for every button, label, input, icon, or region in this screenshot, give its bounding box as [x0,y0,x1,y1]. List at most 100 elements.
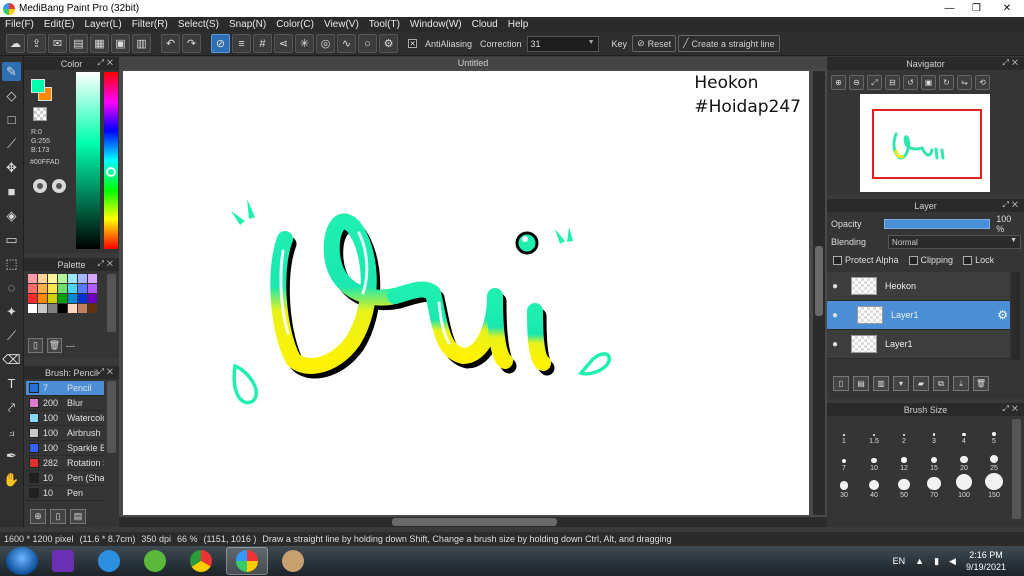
brush-size-cell[interactable]: 50 [889,473,919,500]
gradient-tool-icon[interactable]: ▭ [2,230,21,249]
protect-alpha-checkbox[interactable]: Protect Alpha [833,255,899,265]
grid-icon[interactable]: ▣ [111,34,130,53]
brush-size-cell[interactable]: 7 [829,446,859,473]
hand-tool-icon[interactable]: ✋ [2,470,21,489]
lock-checkbox[interactable]: Lock [963,255,994,265]
palette-swatch[interactable] [88,284,97,293]
menu-cloud[interactable]: Cloud [467,19,503,30]
menu-tool[interactable]: Tool(T) [364,19,405,30]
brush-page-icon[interactable]: ▯ [50,509,66,524]
palette-swatch[interactable] [58,304,67,313]
duplicate-layer-icon[interactable]: ⧉ [933,376,949,391]
folder-icon[interactable]: ▰ [913,376,929,391]
internet-explorer-icon[interactable] [88,547,130,575]
palette-swatch[interactable] [28,274,37,283]
drawing-canvas[interactable]: Heokon #Hoidap247 [123,71,809,515]
straight-line-button[interactable]: ╱ Create a straight line [678,35,780,52]
palette-swatch[interactable] [58,294,67,303]
cloud-icon[interactable]: ☁ [6,34,25,53]
zoom-in-icon[interactable]: ⊕ [831,75,846,90]
visibility-eye-icon[interactable]: ● [827,310,843,321]
menu-select[interactable]: Select(S) [173,19,224,30]
panel-controls-icon[interactable]: ⤢✕ [98,58,117,68]
brush-size-cell[interactable]: 40 [859,473,889,500]
delete-layer-icon[interactable]: 🗑 [973,376,989,391]
add-brush-icon[interactable]: ⊕ [30,509,46,524]
menu-color[interactable]: Color(C) [271,19,319,30]
coccoc-browser-icon[interactable] [134,547,176,575]
brush-list-item[interactable]: 10 Pen (Sharp) [26,471,104,486]
palette-swatch[interactable] [88,304,97,313]
close-button[interactable]: ✕ [990,0,1024,17]
rotate-left-icon[interactable]: ↺ [903,75,918,90]
menu-help[interactable]: Help [503,19,534,30]
layer-row[interactable]: ● Layer1 ⚙ [827,301,1010,330]
menu-layer[interactable]: Layer(L) [79,19,126,30]
brush-list-item[interactable]: 100 Airbrush [26,426,104,441]
hue-slider[interactable] [104,72,118,249]
navigator-thumbnail[interactable] [860,94,990,192]
radial-snap-icon[interactable]: ✳ [295,34,314,53]
zoom-out-icon[interactable]: ⊖ [849,75,864,90]
brush-list-item[interactable]: 200 Blur [26,396,104,411]
palette-swatch[interactable] [58,274,67,283]
comment-icon[interactable]: ✉ [48,34,67,53]
palette-scrollbar[interactable] [107,274,116,332]
brush-size-cell[interactable]: 20 [949,446,979,473]
clipping-checkbox[interactable]: Clipping [908,255,953,265]
dot-brush-icon[interactable]: ⟋ [2,134,21,153]
layer-row[interactable]: ● Layer1 [827,330,1010,359]
brush-size-cell[interactable]: 4 [949,419,979,446]
actual-size-icon[interactable]: ▣ [921,75,936,90]
horizontal-scroll-thumb[interactable] [392,518,557,526]
palette-swatch[interactable] [88,274,97,283]
pages-icon[interactable]: ▦ [90,34,109,53]
palette-swatch[interactable] [38,294,47,303]
fill-rect-icon[interactable]: ■ [2,182,21,201]
palette-swatch[interactable] [78,274,87,283]
vanishing-snap-icon[interactable]: ⋖ [274,34,293,53]
menu-snap[interactable]: Snap(N) [224,19,271,30]
language-indicator[interactable]: EN [893,556,906,566]
palette-swatch[interactable] [78,284,87,293]
palette-swatch[interactable] [68,274,77,283]
menu-filter[interactable]: Filter(R) [127,19,173,30]
transparent-swatch[interactable] [33,107,47,121]
move-tool-icon[interactable]: ✥ [2,158,21,177]
share-icon[interactable]: ⇪ [27,34,46,53]
color-wheel-icon[interactable] [33,179,47,193]
eyedropper-icon[interactable]: ⟓ [2,422,21,441]
concentric-snap-icon[interactable]: ◎ [316,34,335,53]
palette-swatch[interactable] [68,284,77,293]
opacity-slider[interactable] [883,219,991,229]
brush-scrollbar[interactable] [107,381,116,453]
select-eraser-icon[interactable]: ⌫ [2,350,21,369]
menu-edit[interactable]: Edit(E) [39,19,80,30]
undo-icon[interactable]: ↶ [161,34,180,53]
palette-swatch[interactable] [38,284,47,293]
minimize-button[interactable]: — [936,0,963,17]
refresh-icon[interactable]: ⟲ [975,75,990,90]
pen-tool-icon[interactable]: ✒ [2,446,21,465]
redo-icon[interactable]: ↷ [182,34,201,53]
brush-list-item[interactable]: 100 Sparkle Brush [26,441,104,456]
add-color-icon[interactable]: ▯ [28,338,43,353]
antialiasing-checkbox[interactable]: ✕ [408,39,417,48]
brush-size-cell[interactable]: 5 [979,419,1009,446]
menu-file[interactable]: File(F) [0,19,39,30]
brush-size-cell[interactable]: 10 [859,446,889,473]
maximize-button[interactable]: ❐ [963,0,990,17]
dot-tool-icon[interactable]: □ [2,110,21,129]
reset-button[interactable]: ⊘ Reset [632,35,677,52]
eraser-tool-icon[interactable]: ◇ [2,86,21,105]
palette-swatch[interactable] [78,304,87,313]
color-picker-icon[interactable] [52,179,66,193]
menu-view[interactable]: View(V) [319,19,364,30]
snap-off-icon[interactable]: ⊘ [211,34,230,53]
palette-swatch[interactable] [88,294,97,303]
document-tab[interactable]: Untitled [119,57,827,69]
sheet-icon[interactable]: ▥ [132,34,151,53]
layer-settings-gear-icon[interactable]: ⚙ [997,308,1008,322]
select-pen-icon[interactable]: ⟋ [2,326,21,345]
select-rect-icon[interactable]: ⬚ [2,254,21,273]
